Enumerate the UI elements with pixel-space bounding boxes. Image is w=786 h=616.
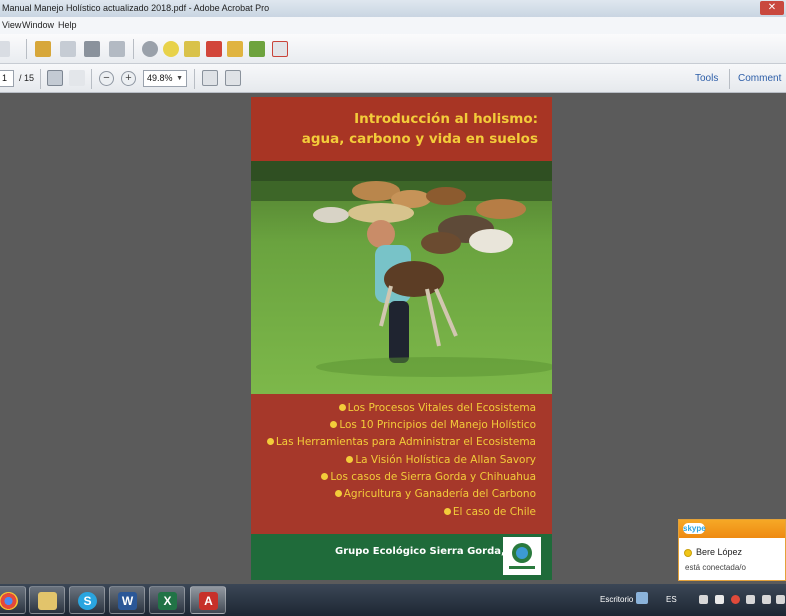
menu-bar: View Window Help bbox=[0, 17, 786, 34]
chrome-icon bbox=[0, 592, 18, 610]
close-button[interactable]: ✕ bbox=[760, 1, 784, 15]
action-center-icon[interactable] bbox=[699, 595, 708, 604]
taskbar-file-explorer[interactable] bbox=[29, 586, 65, 614]
taskbar-word[interactable]: W bbox=[109, 586, 145, 614]
window-title: Manual Manejo Holístico actualizado 2018… bbox=[2, 3, 270, 13]
navigation-toolbar: 1 / 15 − + 49.8% ▼ Tools Comment bbox=[0, 64, 786, 93]
toolbar-divider bbox=[133, 39, 134, 59]
comment-bubble-icon[interactable] bbox=[163, 41, 179, 57]
list-item: Agricultura y Ganadería del Carbono bbox=[335, 488, 536, 500]
cover-header: Introducción al holismo: agua, carbono y… bbox=[251, 97, 552, 161]
highlight-icon[interactable] bbox=[184, 41, 200, 57]
create-icon[interactable] bbox=[0, 41, 10, 57]
toolbar-divider bbox=[194, 69, 195, 89]
menu-view[interactable]: View bbox=[2, 17, 21, 34]
form-icon[interactable] bbox=[272, 41, 288, 57]
zoom-out-button[interactable]: − bbox=[99, 71, 114, 86]
zoom-in-button[interactable]: + bbox=[121, 71, 136, 86]
taskbar-skype[interactable]: S bbox=[69, 586, 105, 614]
antivirus-icon[interactable] bbox=[731, 595, 740, 604]
desktop-toolbar-label[interactable]: Escritorio bbox=[600, 595, 633, 604]
word-icon: W bbox=[118, 592, 137, 610]
gear-icon[interactable] bbox=[142, 41, 158, 57]
cover-bullet-list: Los Procesos Vitales del Ecosistema Los … bbox=[251, 394, 552, 534]
fit-width-icon[interactable] bbox=[202, 70, 218, 86]
excel-icon: X bbox=[158, 592, 177, 610]
pdf-page: Introducción al holismo: agua, carbono y… bbox=[251, 97, 552, 580]
flag-icon[interactable] bbox=[715, 595, 724, 604]
toolbar-divider bbox=[91, 69, 92, 89]
taskbar-acrobat[interactable]: A bbox=[190, 586, 226, 614]
toolbar-divider bbox=[729, 69, 730, 89]
tools-link[interactable]: Tools bbox=[695, 71, 718, 86]
status-dot-icon bbox=[684, 549, 692, 557]
logo-icon bbox=[509, 543, 535, 569]
open-folder-icon[interactable] bbox=[35, 41, 51, 57]
menu-window[interactable]: Window bbox=[22, 17, 54, 34]
list-item: Los Procesos Vitales del Ecosistema bbox=[339, 402, 536, 414]
cover-photo bbox=[251, 161, 552, 394]
cover-footer: Grupo Ecológico Sierra Gorda, IAP bbox=[251, 534, 552, 580]
contact-name: Bere López bbox=[696, 547, 743, 557]
volume-icon[interactable] bbox=[776, 595, 785, 604]
hand-icon[interactable] bbox=[69, 70, 85, 86]
taskbar-chrome[interactable] bbox=[0, 586, 26, 614]
list-item: Los casos de Sierra Gorda y Chihuahua bbox=[321, 471, 536, 483]
publisher-name: Grupo Ecológico Sierra Gorda, IAP bbox=[335, 546, 528, 557]
main-toolbar bbox=[0, 34, 786, 64]
folder-icon bbox=[38, 592, 57, 610]
cover-title-line2: agua, carbono y vida en suelos bbox=[301, 131, 538, 147]
taskbar-excel[interactable]: X bbox=[149, 586, 185, 614]
list-item: Las Herramientas para Administrar el Eco… bbox=[267, 436, 536, 448]
chevron-down-icon: ▼ bbox=[176, 75, 183, 82]
email-icon[interactable] bbox=[109, 41, 125, 57]
skype-notification[interactable]: skype Bere López está conectada/o bbox=[678, 519, 786, 581]
select-cursor-icon[interactable] bbox=[47, 70, 63, 86]
language-indicator[interactable]: ES bbox=[666, 595, 677, 604]
contact-status: está conectada/o bbox=[685, 563, 746, 572]
toolbar-divider bbox=[26, 39, 27, 59]
desktop-icon[interactable] bbox=[636, 592, 648, 604]
acrobat-icon: A bbox=[199, 592, 218, 610]
document-sign-icon[interactable] bbox=[249, 41, 265, 57]
menu-help[interactable]: Help bbox=[58, 17, 77, 34]
zoom-value: 49.8% bbox=[147, 73, 173, 83]
comment-link[interactable]: Comment bbox=[738, 71, 781, 86]
window-titlebar: Manual Manejo Holístico actualizado 2018… bbox=[0, 0, 786, 17]
page-number-input[interactable]: 1 bbox=[0, 70, 14, 87]
pdf-export-icon[interactable] bbox=[206, 41, 222, 57]
print-icon[interactable] bbox=[84, 41, 100, 57]
cover-title-line1: Introducción al holismo: bbox=[354, 111, 538, 127]
cover-photo-illustration bbox=[251, 161, 552, 377]
skype-icon: S bbox=[78, 592, 97, 610]
skype-header: skype bbox=[679, 520, 785, 538]
network-icon[interactable] bbox=[746, 595, 755, 604]
list-item: La Visión Holística de Allan Savory bbox=[346, 454, 536, 466]
skype-logo: skype bbox=[683, 523, 706, 534]
zoom-select[interactable]: 49.8% ▼ bbox=[143, 70, 187, 87]
document-edit-icon[interactable] bbox=[227, 41, 243, 57]
list-item: El caso de Chile bbox=[444, 506, 536, 518]
list-item: Los 10 Principios del Manejo Holístico bbox=[330, 419, 536, 431]
fit-page-icon[interactable] bbox=[225, 70, 241, 86]
taskbar: S W X A Escritorio ES bbox=[0, 584, 786, 616]
page-total: / 15 bbox=[19, 73, 35, 83]
signal-icon[interactable] bbox=[762, 595, 771, 604]
publisher-logo bbox=[503, 537, 541, 575]
toolbar-divider bbox=[40, 69, 41, 89]
save-icon[interactable] bbox=[60, 41, 76, 57]
